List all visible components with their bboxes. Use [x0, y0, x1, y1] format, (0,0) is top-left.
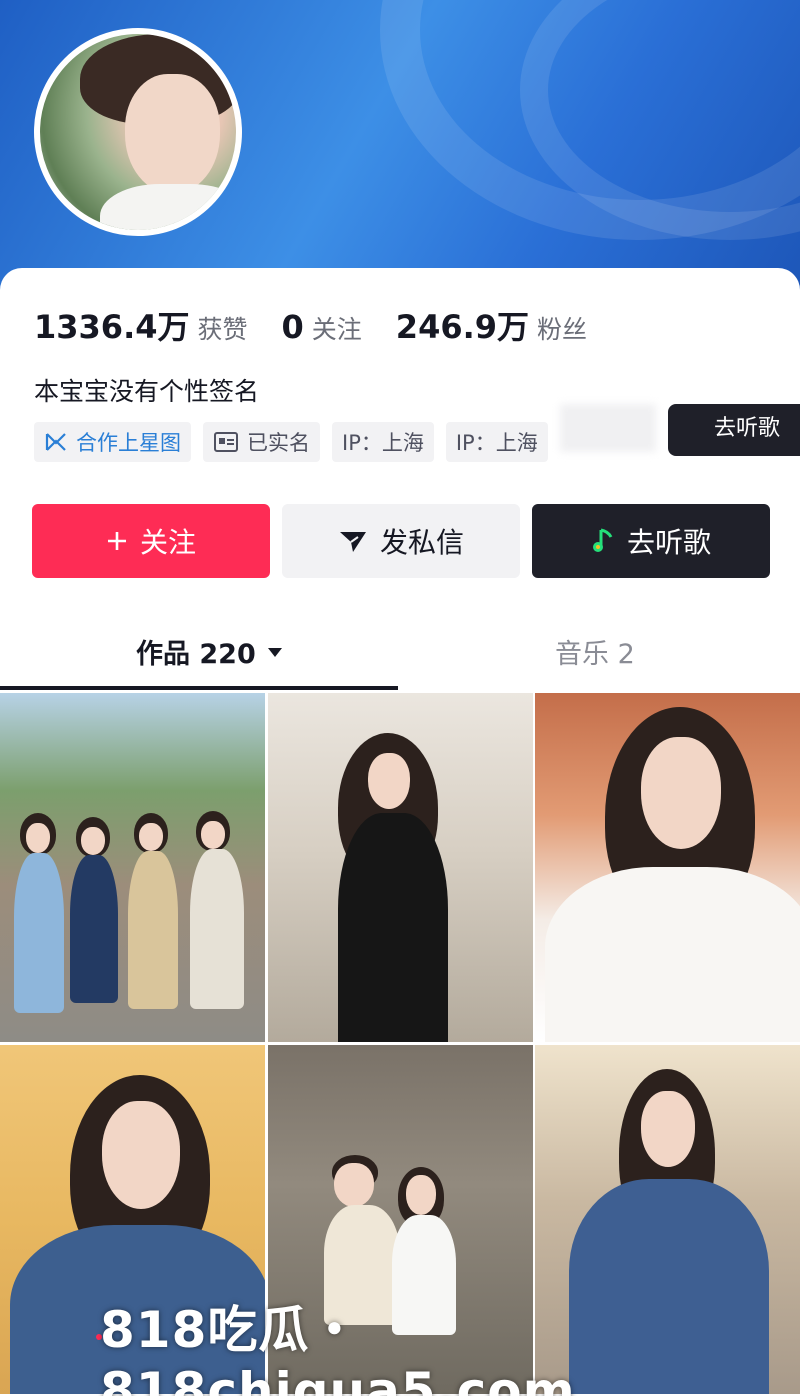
tab-music[interactable]: 音乐 2 — [555, 632, 635, 671]
floating-listen-button[interactable]: 去听歌 — [668, 404, 800, 456]
blurred-region — [560, 404, 656, 452]
message-button[interactable]: 发私信 — [282, 504, 520, 578]
profile-stats: 1336.4万 获赞 0 关注 246.9万 粉丝 — [34, 302, 621, 348]
listen-music-button[interactable]: 去听歌 — [532, 504, 770, 578]
tab-label: 作品 220 — [136, 639, 256, 670]
video-thumbnail[interactable] — [0, 693, 265, 1042]
content-tabs: 作品 220 音乐 2 — [0, 612, 800, 692]
tag-star-map[interactable]: 合作上星图 — [34, 422, 191, 462]
video-thumbnail[interactable] — [268, 693, 533, 1042]
tab-label: 音乐 2 — [555, 639, 635, 670]
tag-label: IP：上海 — [455, 431, 538, 455]
id-card-icon — [214, 432, 238, 452]
caret-down-icon — [267, 647, 282, 657]
tag-verified[interactable]: 已实名 — [203, 422, 320, 462]
stat-following[interactable]: 0 关注 — [282, 308, 362, 346]
stat-value: 246.9万 — [395, 308, 530, 346]
tab-active-indicator — [0, 686, 398, 690]
send-icon — [339, 532, 366, 552]
profile-actions: 关注 发私信 去听歌 — [32, 504, 782, 578]
tag-ip: IP：上海 — [445, 422, 548, 462]
follow-label: 关注 — [139, 526, 196, 559]
tag-label: 已实名 — [247, 431, 310, 455]
follow-button[interactable]: 关注 — [32, 504, 270, 578]
stat-value: 0 — [281, 308, 304, 346]
floating-listen-label: 去听歌 — [714, 416, 781, 441]
star-map-icon — [45, 433, 66, 451]
stat-label: 关注 — [311, 315, 362, 344]
music-note-icon — [592, 528, 613, 552]
tag-ip: IP：上海 — [332, 422, 434, 462]
stat-label: 获赞 — [197, 315, 248, 344]
watermark-text: 818吃瓜・818chigua5.com — [100, 1301, 576, 1396]
profile-tags: 合作上星图 已实名 IP：上海 IP：上海 — [34, 422, 560, 462]
tag-label: IP：上海 — [342, 431, 424, 455]
avatar[interactable] — [34, 28, 242, 236]
message-label: 发私信 — [379, 526, 464, 559]
tag-label: 合作上星图 — [76, 431, 181, 455]
listen-music-label: 去听歌 — [626, 526, 711, 559]
video-thumbnail[interactable] — [535, 693, 800, 1042]
profile-signature: 本宝宝没有个性签名 — [34, 377, 260, 406]
stat-value: 1336.4万 — [34, 308, 190, 346]
stat-label: 粉丝 — [537, 315, 588, 344]
stat-followers[interactable]: 246.9万 粉丝 — [396, 302, 587, 348]
plus-icon — [107, 532, 126, 550]
tab-works[interactable]: 作品 220 — [136, 632, 284, 671]
stat-likes[interactable]: 1336.4万 获赞 — [34, 302, 248, 348]
